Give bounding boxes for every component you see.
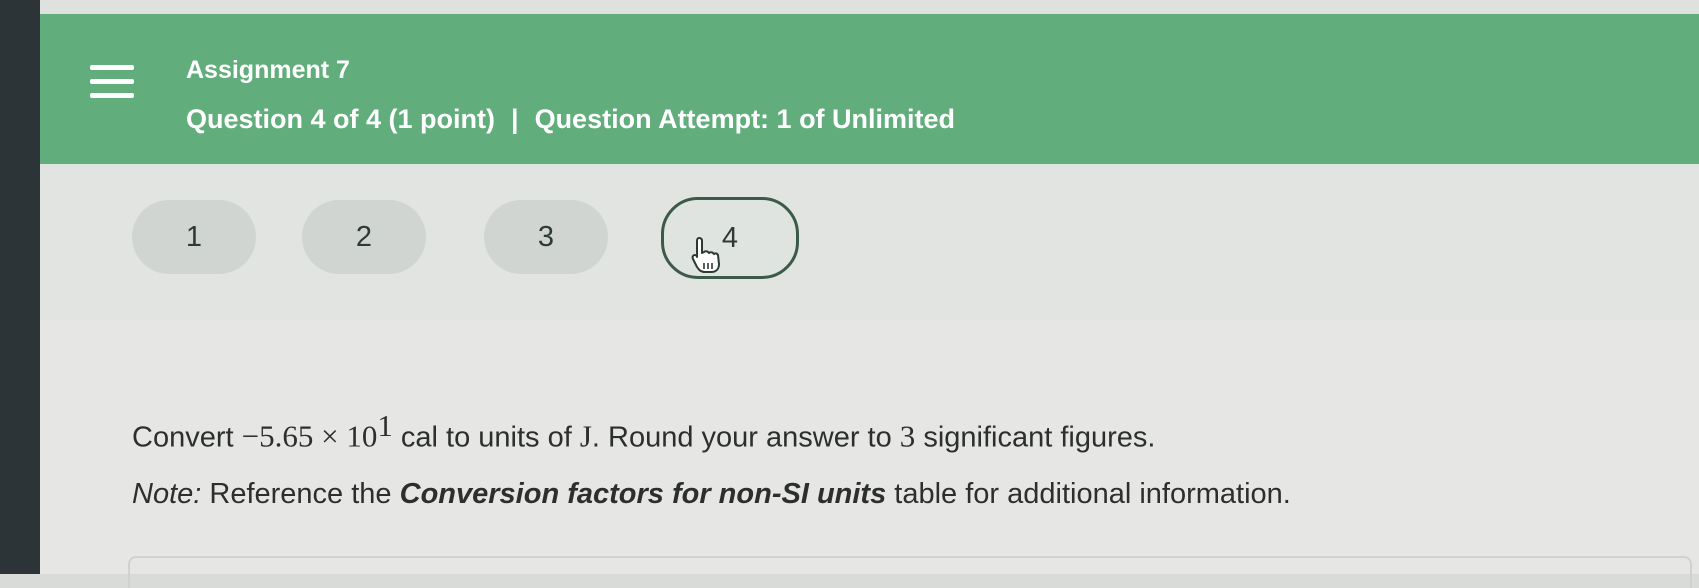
device-bezel: [0, 0, 40, 574]
question-button-4-current[interactable]: 4: [661, 197, 799, 279]
prompt-unit-to: J: [579, 418, 592, 454]
question-position: Question 4 of 4 (1 point): [186, 104, 495, 134]
prompt-unit-from: cal: [400, 421, 438, 454]
note-post: table for additional information.: [886, 478, 1291, 510]
attempt-info: Question Attempt: 1 of Unlimited: [534, 104, 956, 134]
prompt-exponent: 1: [377, 408, 393, 443]
hand-pointer-icon: [691, 237, 720, 273]
question-nav: 1 2 3 4: [40, 164, 1699, 320]
prompt-prefix: Convert: [132, 421, 242, 454]
question-button-3[interactable]: 3: [484, 200, 608, 274]
prompt-sig-figs: 3: [899, 418, 916, 454]
prompt-mid: to units of: [437, 421, 580, 454]
question-button-1[interactable]: 1: [132, 200, 256, 274]
reference-note: Note: Reference the Conversion factors f…: [132, 478, 1291, 511]
note-label: Note:: [132, 478, 202, 510]
question-content: Convert −5.65 × 101 cal to units of J. R…: [40, 320, 1699, 588]
prompt-value: −5.65 × 10: [241, 418, 378, 454]
assignment-title: Assignment 7: [186, 56, 350, 84]
question-button-2[interactable]: 2: [302, 200, 426, 274]
question-info: Question 4 of 4 (1 point) | Question Attem…: [186, 104, 955, 135]
question-prompt: Convert −5.65 × 101 cal to units of J. R…: [132, 408, 1155, 455]
prompt-suffix: . Round your answer to: [591, 421, 900, 454]
top-strip: [40, 0, 1699, 14]
answer-box-edge: [128, 556, 1692, 588]
note-pre: Reference the: [201, 478, 400, 510]
separator: |: [511, 104, 519, 134]
assignment-header: Assignment 7 Question 4 of 4 (1 point) | Q…: [40, 14, 1699, 164]
prompt-end: significant figures.: [915, 421, 1156, 454]
hamburger-menu-icon[interactable]: [90, 65, 134, 105]
conversion-factors-link[interactable]: Conversion factors for non-SI units: [400, 478, 887, 510]
